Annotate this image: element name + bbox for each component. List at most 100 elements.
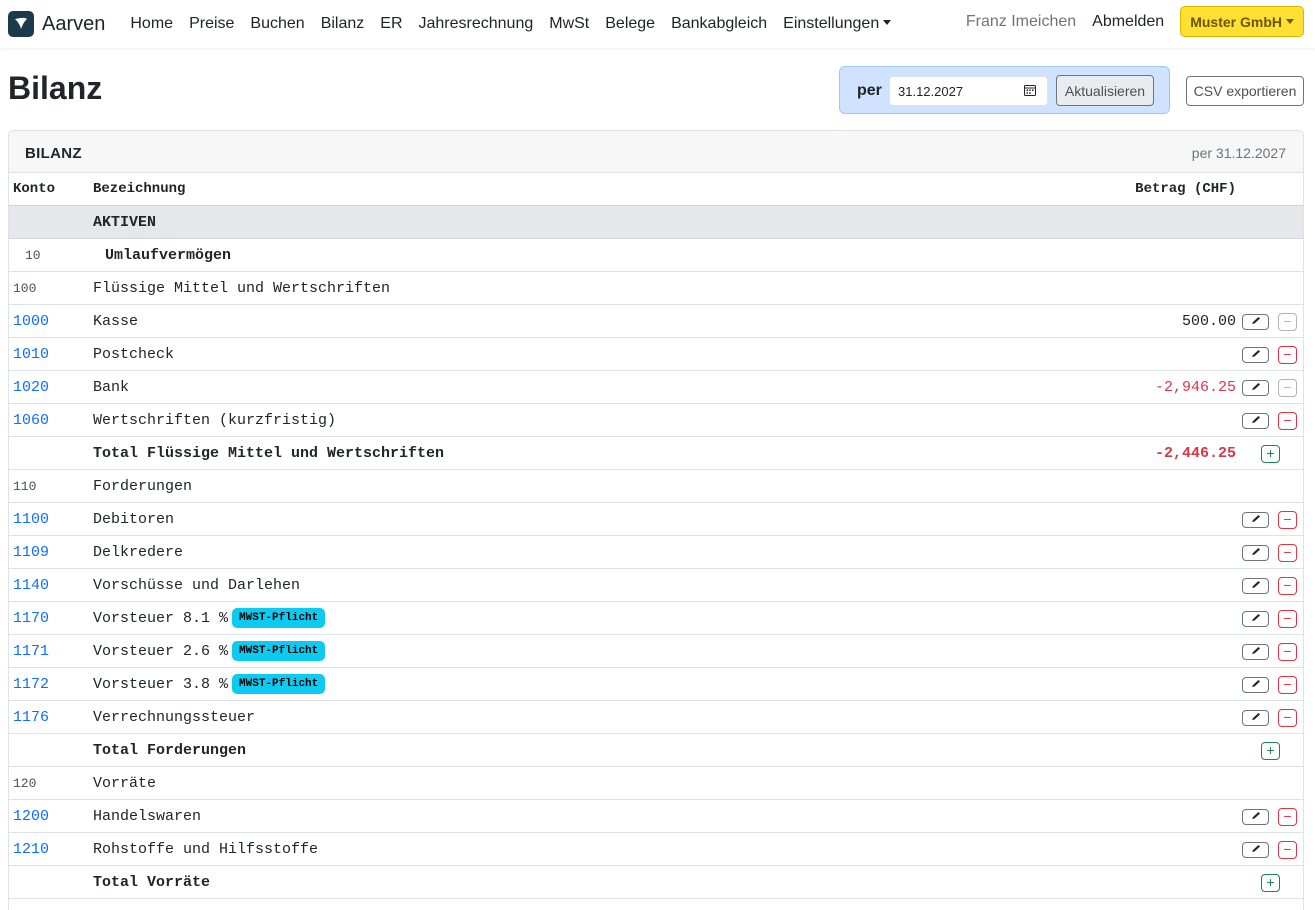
account-number-link[interactable]: 1171 [13, 635, 49, 668]
pencil-icon [1250, 841, 1262, 859]
row-label-cell: Total Vorräte [93, 866, 210, 899]
nav-user-area: Franz Imeichen Abmelden Muster GmbH [966, 6, 1304, 37]
edit-account-button[interactable] [1242, 710, 1269, 726]
row-label: Flüssige Mittel und Wertschriften [93, 280, 391, 297]
row-label-cell: Vorschüsse und Darlehen [93, 569, 300, 602]
plus-icon: + [1266, 445, 1275, 461]
account-row: 1109 Delkredere − [9, 536, 1303, 569]
edit-account-button[interactable] [1242, 545, 1269, 561]
group-row: 110 Forderungen [9, 470, 1303, 503]
nav-buchen[interactable]: Buchen [242, 15, 312, 33]
row-label-cell: Wertschriften (kurzfristig) [93, 404, 336, 437]
account-row: 1176 Verrechnungssteuer − [9, 701, 1303, 734]
caret-down-icon [1286, 19, 1294, 24]
add-account-button[interactable]: + [1261, 874, 1280, 892]
edit-account-button[interactable] [1242, 611, 1269, 627]
delete-account-button[interactable]: − [1278, 379, 1297, 397]
account-row: 1210 Rohstoffe und Hilfsstoffe − [9, 833, 1303, 866]
user-name: Franz Imeichen [965, 12, 1077, 30]
edit-account-button[interactable] [1242, 644, 1269, 660]
pencil-icon [1250, 610, 1262, 628]
account-number-link[interactable]: 1170 [13, 602, 49, 635]
nav-jahresrechnung[interactable]: Jahresrechnung [411, 15, 542, 33]
nav-er[interactable]: ER [372, 15, 410, 33]
nav-mwst[interactable]: MwSt [541, 15, 597, 33]
row-label-cell: Delkredere [93, 536, 183, 569]
edit-account-button[interactable] [1242, 314, 1269, 330]
row-label: Rohstoffe und Hilfsstoffe [93, 841, 319, 858]
pencil-icon [1250, 412, 1262, 430]
delete-account-button[interactable]: − [1278, 412, 1297, 430]
mwst-badge: MWST-Pflicht [232, 674, 326, 694]
account-number-link[interactable]: 1172 [13, 668, 49, 701]
account-number-link[interactable]: 1020 [13, 371, 49, 404]
pencil-icon [1250, 643, 1262, 661]
edit-account-button[interactable] [1242, 413, 1269, 429]
delete-account-button[interactable]: − [1278, 610, 1297, 628]
edit-account-button[interactable] [1242, 578, 1269, 594]
row-label-cell: Bank [93, 371, 129, 404]
csv-export-button[interactable]: CSV exportieren [1186, 76, 1304, 106]
delete-account-button[interactable]: − [1278, 676, 1297, 694]
row-label: Debitoren [93, 511, 175, 528]
nav-home[interactable]: Home [122, 15, 181, 33]
account-number-link[interactable]: 1010 [13, 338, 49, 371]
row-label-cell: Vorsteuer 3.8 % MWST-Pflicht [93, 668, 326, 701]
edit-account-button[interactable] [1242, 842, 1269, 858]
delete-account-button[interactable]: − [1278, 841, 1297, 859]
row-label: Umlaufvermögen [105, 247, 232, 264]
calendar-icon[interactable] [1024, 83, 1036, 101]
add-account-button[interactable]: + [1261, 445, 1280, 463]
nav-bankabgleich[interactable]: Bankabgleich [663, 15, 775, 33]
group-row: 100 Flüssige Mittel und Wertschriften [9, 272, 1303, 305]
nav-belege[interactable]: Belege [597, 15, 663, 33]
account-number-link[interactable]: 1210 [13, 833, 49, 866]
brand[interactable]: Aarven [8, 11, 105, 37]
account-number-link[interactable]: 1000 [13, 305, 49, 338]
group-number: 10 [25, 248, 41, 263]
edit-account-button[interactable] [1242, 347, 1269, 363]
logout-link[interactable]: Abmelden [1092, 13, 1164, 31]
plus-icon: + [1266, 874, 1275, 890]
delete-account-button[interactable]: − [1278, 577, 1297, 595]
delete-account-button[interactable]: − [1278, 709, 1297, 727]
delete-account-button[interactable]: − [1278, 511, 1297, 529]
company-button[interactable]: Muster GmbH [1180, 6, 1304, 37]
edit-account-button[interactable] [1242, 809, 1269, 825]
row-amount: -2,946.25 [1154, 379, 1236, 396]
account-number-link[interactable]: 1176 [13, 701, 49, 734]
delete-account-button[interactable]: − [1278, 808, 1297, 826]
account-number-link[interactable]: 1140 [13, 569, 49, 602]
table-body: AKTIVEN 10 Umlaufvermögen 100 Flüssige Mitte… [9, 206, 1303, 899]
account-row: 1200 Handelswaren − [9, 800, 1303, 833]
column-header-bezeichnung: Bezeichnung [93, 181, 186, 197]
refresh-button[interactable]: Aktualisieren [1056, 75, 1154, 106]
row-label-cell: Forderungen [93, 470, 192, 503]
pencil-icon [1250, 379, 1262, 397]
row-label: Vorsteuer 8.1 % [93, 610, 229, 627]
page-title: Bilanz [8, 70, 103, 106]
delete-account-button[interactable]: − [1278, 313, 1297, 331]
table-header: Konto Bezeichnung Betrag (CHF) [9, 173, 1303, 206]
minus-icon: − [1283, 643, 1292, 659]
account-number-link[interactable]: 1060 [13, 404, 49, 437]
minus-icon: − [1283, 841, 1292, 857]
nav-einstellungen-dropdown[interactable]: Einstellungen [775, 15, 899, 33]
app-name: Aarven [42, 12, 106, 35]
edit-account-button[interactable] [1242, 512, 1269, 528]
delete-account-button[interactable]: − [1278, 544, 1297, 562]
account-number-link[interactable]: 1200 [13, 800, 49, 833]
account-number-link[interactable]: 1100 [13, 503, 49, 536]
minus-icon: − [1283, 610, 1292, 626]
row-label: Postcheck [93, 346, 175, 363]
edit-account-button[interactable] [1242, 380, 1269, 396]
per-label: per [857, 82, 882, 99]
nav-preise[interactable]: Preise [181, 15, 242, 33]
add-account-button[interactable]: + [1261, 742, 1280, 760]
account-number-link[interactable]: 1109 [13, 536, 49, 569]
edit-account-button[interactable] [1242, 677, 1269, 693]
nav-bilanz[interactable]: Bilanz [313, 15, 373, 33]
delete-account-button[interactable]: − [1278, 346, 1297, 364]
bilanz-card: BILANZ per 31.12.2027 Konto Bezeichnung … [8, 130, 1304, 910]
delete-account-button[interactable]: − [1278, 643, 1297, 661]
